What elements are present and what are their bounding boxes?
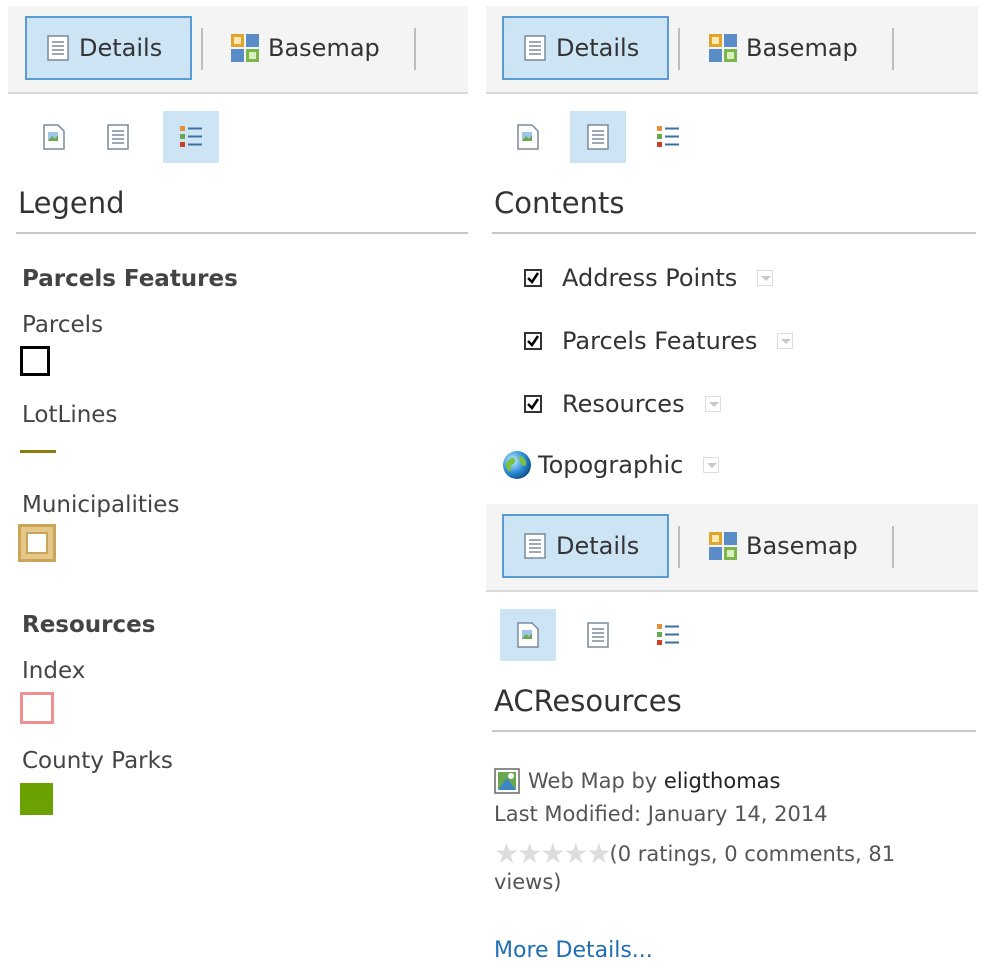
legend-title: Legend: [18, 186, 125, 220]
tab-details[interactable]: Details: [25, 16, 192, 80]
contents-icon: [107, 124, 129, 150]
tab-basemap-label: Basemap: [268, 34, 380, 62]
webmap-icon: [494, 768, 520, 794]
owner-name[interactable]: eligthomas: [664, 769, 781, 793]
lotlines-swatch: [20, 450, 56, 453]
legend-item-label: County Parks: [22, 748, 173, 774]
legend-view-button[interactable]: [163, 111, 219, 163]
basemap-icon: [708, 34, 738, 62]
map-title: ACResources: [494, 684, 682, 718]
summary-icon: [517, 124, 539, 150]
layer-checkbox[interactable]: [524, 395, 542, 413]
tab-basemap-label: Basemap: [746, 34, 858, 62]
details-icon: [524, 532, 546, 560]
tab-details-label: Details: [79, 34, 163, 62]
basemap-icon: [230, 34, 260, 62]
contents-icon: [587, 124, 609, 150]
layer-row-address-points[interactable]: Address Points: [524, 264, 774, 292]
tab-details[interactable]: Details: [502, 16, 669, 80]
layer-checkbox[interactable]: [524, 269, 542, 287]
layer-menu-icon[interactable]: [757, 270, 774, 286]
contents-divider: [492, 232, 976, 234]
tab-details[interactable]: Details: [502, 514, 669, 578]
rating-line: ★★★★★ (0 ratings, 0 comments, 81: [494, 840, 895, 868]
legend-item-label: LotLines: [22, 402, 118, 428]
municipalities-swatch: [18, 524, 56, 562]
toolbar: Details Basemap: [486, 6, 978, 94]
legend-panel: Details Basemap Legend Parcels Features …: [0, 0, 480, 965]
legend-list-icon: [656, 124, 680, 150]
county-parks-swatch: [20, 783, 53, 815]
tab-basemap-label: Basemap: [746, 532, 858, 560]
contents-panel: Details Basemap Contents Address Points …: [486, 0, 982, 505]
item-type-line: Web Map by eligthomas: [494, 768, 780, 794]
contents-view-button[interactable]: [570, 111, 626, 163]
contents-view-button[interactable]: [570, 609, 626, 661]
layer-label: Resources: [562, 390, 685, 418]
parcels-swatch: [20, 346, 50, 376]
legend-list-icon: [179, 124, 203, 150]
layer-checkbox[interactable]: [524, 332, 542, 350]
tab-separator: [678, 526, 680, 568]
toolbar: Details Basemap: [486, 504, 978, 592]
tab-separator: [414, 28, 416, 70]
basemap-icon: [708, 532, 738, 560]
tab-separator: [892, 28, 894, 70]
more-details-link[interactable]: More Details...: [494, 938, 653, 963]
layer-row-parcels-features[interactable]: Parcels Features: [524, 327, 794, 355]
layer-row-resources[interactable]: Resources: [524, 390, 721, 418]
legend-item-label: Index: [22, 658, 86, 684]
layer-menu-icon[interactable]: [777, 333, 794, 349]
globe-icon: [503, 451, 531, 479]
rating-text: (0 ratings, 0 comments, 81: [609, 842, 896, 866]
index-swatch: [20, 692, 54, 724]
details-icon: [47, 34, 69, 62]
rating-text-2: views): [494, 870, 562, 894]
rating-stars[interactable]: ★★★★★: [494, 840, 612, 868]
tab-basemap[interactable]: Basemap: [230, 16, 400, 80]
tab-separator: [678, 28, 680, 70]
summary-icon: [517, 622, 539, 648]
summary-icon: [43, 124, 65, 150]
tab-separator: [892, 526, 894, 568]
about-view-button[interactable]: [500, 111, 556, 163]
basemap-layer-label: Topographic: [538, 451, 684, 479]
layer-label: Parcels Features: [562, 327, 758, 355]
layer-menu-icon[interactable]: [704, 396, 721, 412]
legend-view-button[interactable]: [640, 111, 696, 163]
legend-item-label: Parcels: [22, 312, 104, 338]
layer-row-topographic[interactable]: Topographic: [502, 450, 720, 480]
layer-menu-icon[interactable]: [703, 457, 720, 473]
legend-group-title: Parcels Features: [22, 266, 238, 292]
contents-title: Contents: [494, 186, 625, 220]
tab-basemap[interactable]: Basemap: [708, 16, 878, 80]
tab-details-label: Details: [556, 532, 640, 560]
item-type: Web Map by: [528, 769, 658, 793]
legend-group-title: Resources: [22, 612, 156, 638]
about-view-button[interactable]: [26, 111, 82, 163]
last-modified: Last Modified: January 14, 2014: [494, 802, 828, 826]
contents-icon: [587, 622, 609, 648]
tab-basemap[interactable]: Basemap: [708, 514, 878, 578]
about-view-button[interactable]: [500, 609, 556, 661]
tab-details-label: Details: [556, 34, 640, 62]
toolbar: Details Basemap: [8, 6, 468, 94]
about-divider: [492, 730, 976, 732]
legend-list-icon: [656, 622, 680, 648]
details-icon: [524, 34, 546, 62]
legend-view-button[interactable]: [640, 609, 696, 661]
tab-separator: [201, 28, 203, 70]
legend-item-label: Municipalities: [22, 492, 180, 518]
legend-divider: [16, 232, 468, 234]
layer-label: Address Points: [562, 264, 738, 292]
contents-view-button[interactable]: [90, 111, 146, 163]
about-panel: Details Basemap ACResources Web Map by e…: [486, 500, 982, 965]
